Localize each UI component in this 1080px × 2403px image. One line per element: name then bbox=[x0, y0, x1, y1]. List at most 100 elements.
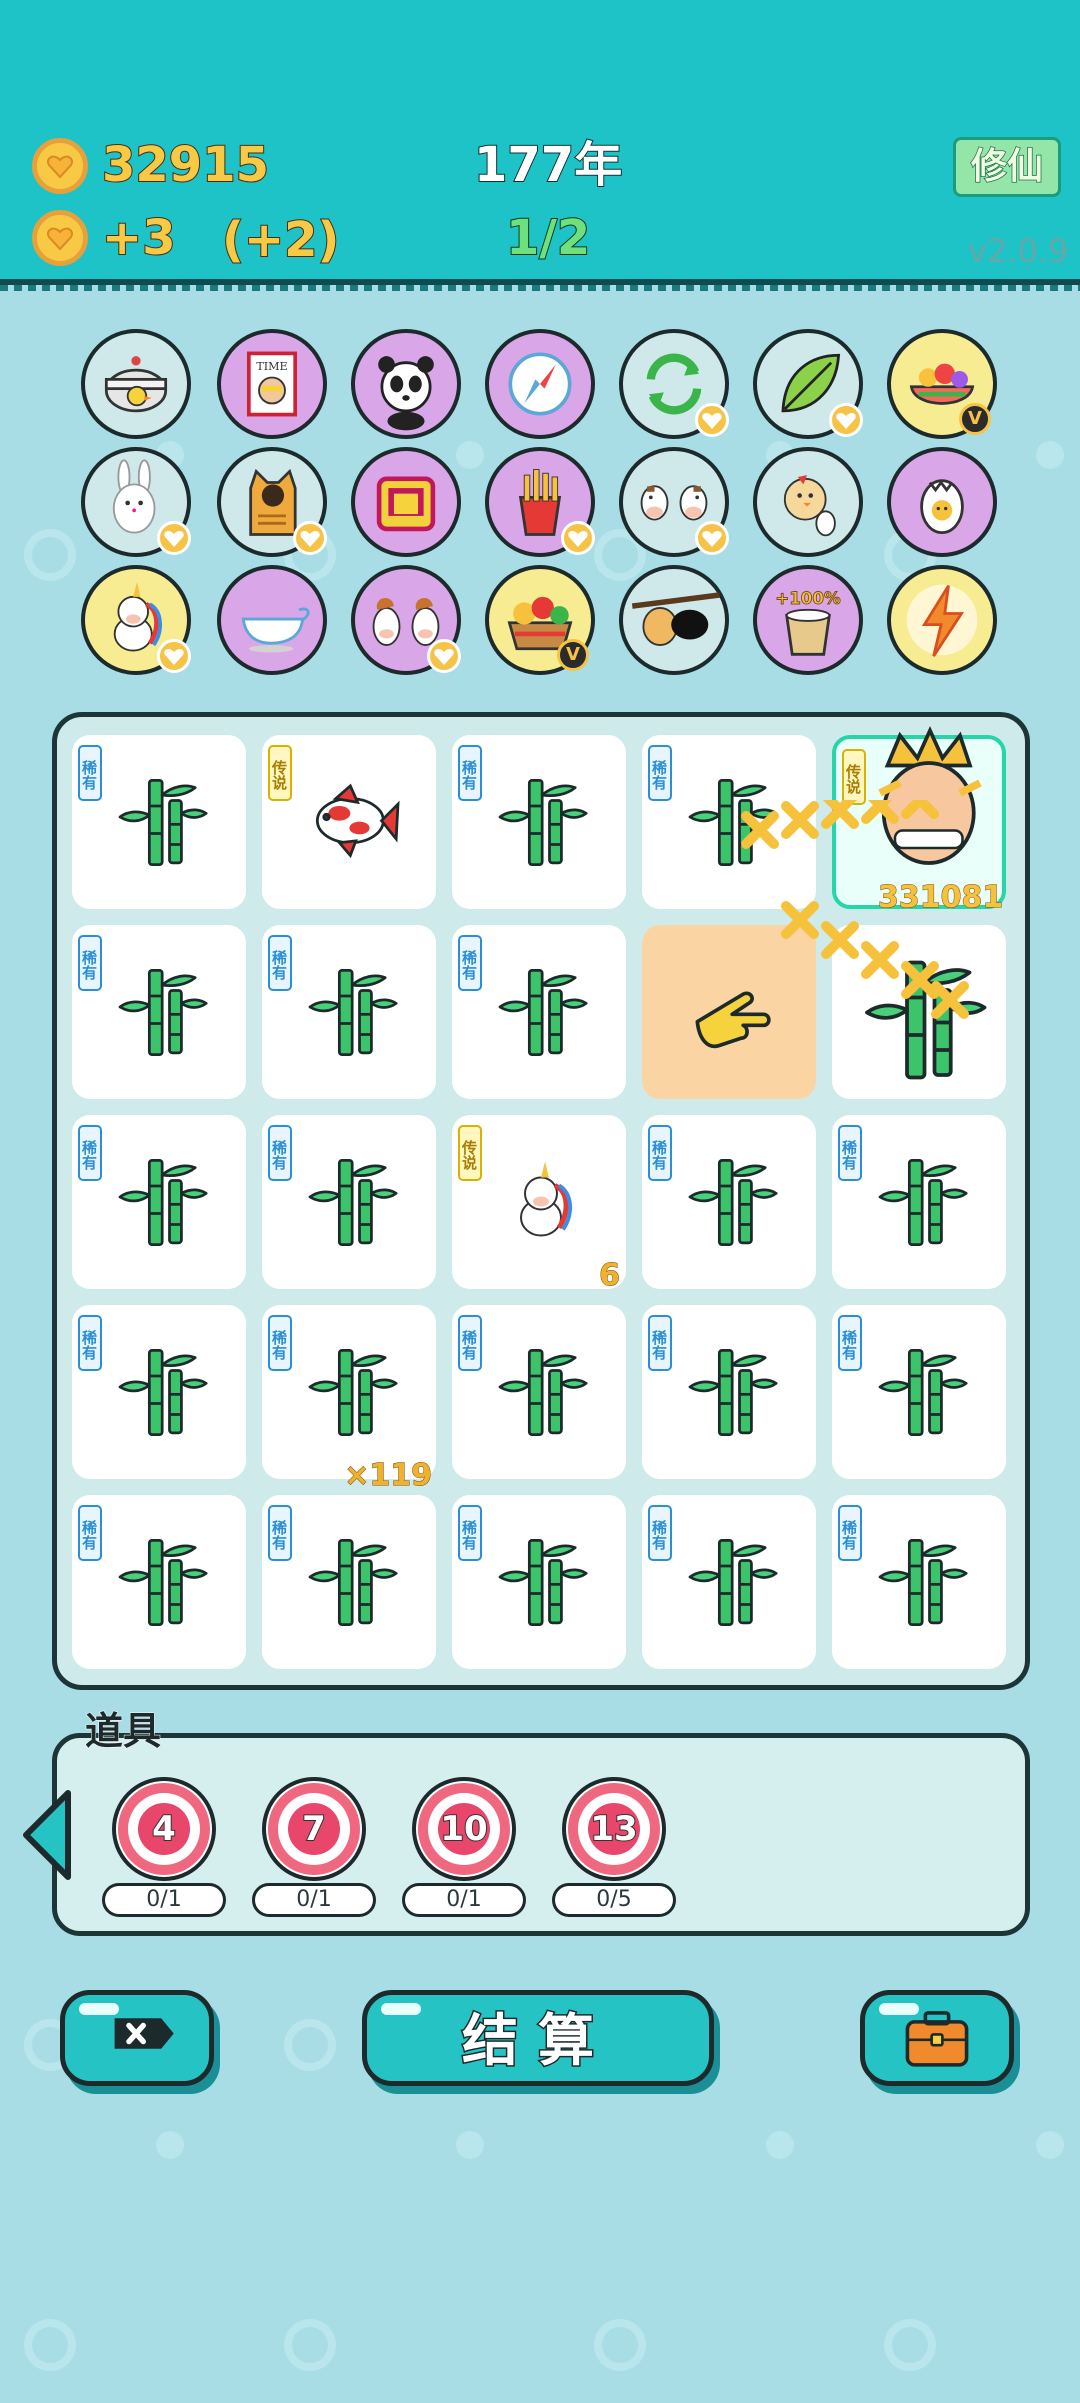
svg-text:+100%: +100% bbox=[775, 589, 841, 608]
board-cell-bamboo[interactable]: 稀有 bbox=[262, 1115, 436, 1289]
bucket-100-icon[interactable]: +100% bbox=[753, 565, 863, 675]
rare-tag: 稀有 bbox=[78, 1315, 102, 1371]
bamboo-icon bbox=[865, 960, 987, 1080]
board-cell-bamboo[interactable]: 稀有 bbox=[642, 1115, 816, 1289]
rare-tag: 稀有 bbox=[78, 1125, 102, 1181]
target-prop-4[interactable]: 4 bbox=[112, 1777, 216, 1881]
bamboo-icon bbox=[878, 1348, 968, 1437]
delete-button[interactable] bbox=[60, 1990, 214, 2086]
board-cell-bamboo[interactable]: 稀有 bbox=[72, 735, 246, 909]
horses-icon[interactable] bbox=[351, 565, 461, 675]
board-cell-bamboo[interactable]: 稀有 bbox=[832, 1305, 1006, 1479]
board-cell-bamboo[interactable]: 稀有 bbox=[452, 1305, 626, 1479]
heart-badge-icon bbox=[561, 521, 595, 555]
rare-tag: 稀有 bbox=[78, 745, 102, 801]
board-cell-bamboo[interactable]: 稀有 bbox=[262, 925, 436, 1099]
heart-badge-icon bbox=[829, 403, 863, 437]
fruit-bowl-icon[interactable]: V bbox=[887, 329, 997, 439]
board-cell-bamboo-big[interactable] bbox=[832, 925, 1006, 1099]
prop-count: 0/1 bbox=[102, 1883, 226, 1917]
cultivation-button[interactable]: 修仙 bbox=[953, 137, 1061, 197]
settle-button[interactable]: 结算 bbox=[362, 1990, 714, 2086]
board-cell-bamboo[interactable]: 稀有 bbox=[72, 1495, 246, 1669]
bamboo-icon bbox=[118, 1538, 208, 1627]
recycle-icon[interactable] bbox=[619, 329, 729, 439]
board-cell-bamboo[interactable]: 稀有 bbox=[832, 1495, 1006, 1669]
rare-tag: 稀有 bbox=[458, 1315, 482, 1371]
board-cell-bamboo[interactable]: 稀有 bbox=[72, 925, 246, 1099]
board-cell-hint[interactable] bbox=[642, 925, 816, 1099]
cows-icon[interactable] bbox=[619, 447, 729, 557]
prop-value: 13 bbox=[589, 1808, 638, 1850]
bamboo-icon bbox=[688, 778, 778, 867]
compass-icon[interactable] bbox=[485, 329, 595, 439]
board-cell-king[interactable]: 传说 331081 bbox=[832, 725, 1006, 916]
board-cell-koi[interactable]: 传说 bbox=[262, 735, 436, 909]
svg-text:TIME: TIME bbox=[256, 360, 287, 373]
board-cell-bamboo[interactable]: 稀有 bbox=[452, 735, 626, 909]
rare-tag: 稀有 bbox=[268, 935, 292, 991]
left-arrow-icon[interactable] bbox=[18, 1785, 78, 1885]
board-cell-bamboo[interactable]: 稀有 bbox=[452, 925, 626, 1099]
backspace-icon bbox=[114, 2018, 174, 2049]
prop-count: 0/1 bbox=[252, 1883, 376, 1917]
lightning-icon[interactable] bbox=[887, 565, 997, 675]
toaster-icon[interactable] bbox=[351, 447, 461, 557]
rare-tag: 稀有 bbox=[458, 745, 482, 801]
rare-tag: 稀有 bbox=[78, 935, 102, 991]
board-cell-unicorn[interactable]: 传说 6 bbox=[452, 1115, 626, 1294]
rabbit-icon[interactable] bbox=[81, 447, 191, 557]
rare-tag: 稀有 bbox=[268, 1315, 292, 1371]
fruit-basket-icon[interactable]: V bbox=[485, 565, 595, 675]
board-cell-bamboo[interactable]: 稀有 bbox=[832, 1115, 1006, 1289]
bamboo-icon bbox=[118, 1348, 208, 1437]
target-prop-7[interactable]: 7 bbox=[262, 1777, 366, 1881]
heart-badge-icon bbox=[427, 639, 461, 673]
board-cell-bamboo[interactable]: 稀有 ×119 bbox=[262, 1305, 436, 1494]
vip-badge-icon: V bbox=[959, 403, 991, 435]
board-cell-bamboo[interactable]: 稀有 bbox=[72, 1115, 246, 1289]
heart-badge-icon bbox=[157, 639, 191, 673]
prop-value: 10 bbox=[439, 1808, 488, 1850]
unicorn-icon[interactable] bbox=[81, 565, 191, 675]
bamboo-icon bbox=[308, 1538, 398, 1627]
board-cell-bamboo[interactable]: 稀有 bbox=[642, 735, 816, 909]
prop-value: 4 bbox=[151, 1808, 177, 1850]
board-cell-bamboo[interactable]: 稀有 bbox=[72, 1305, 246, 1479]
board-cell-bamboo[interactable]: 稀有 bbox=[642, 1305, 816, 1479]
inventory-button[interactable] bbox=[860, 1990, 1014, 2086]
board-cell-bamboo[interactable]: 稀有 bbox=[452, 1495, 626, 1669]
target-prop-10[interactable]: 10 bbox=[412, 1777, 516, 1881]
rare-tag: 稀有 bbox=[458, 935, 482, 991]
eyepatch-icon[interactable] bbox=[619, 565, 729, 675]
bamboo-icon bbox=[498, 778, 588, 867]
unicorn-icon bbox=[520, 1161, 572, 1237]
income-bonus: (+2) bbox=[221, 211, 340, 269]
time-magazine-icon[interactable]: TIME bbox=[217, 329, 327, 439]
bamboo-multiplier: ×119 bbox=[344, 1458, 433, 1494]
board-cell-bamboo[interactable]: 稀有 bbox=[642, 1495, 816, 1669]
panda-icon[interactable] bbox=[351, 329, 461, 439]
rare-tag: 稀有 bbox=[78, 1505, 102, 1561]
rare-tag: 稀有 bbox=[648, 745, 672, 801]
target-prop-13[interactable]: 13 bbox=[562, 1777, 666, 1881]
heart-badge-icon bbox=[695, 403, 729, 437]
legend-tag: 传说 bbox=[458, 1125, 482, 1181]
rare-tag: 稀有 bbox=[268, 1125, 292, 1181]
bamboo-icon bbox=[878, 1538, 968, 1627]
fries-icon[interactable] bbox=[485, 447, 595, 557]
coin-total: 32915 bbox=[101, 136, 270, 194]
cat-icon[interactable] bbox=[217, 447, 327, 557]
duck-pot-icon[interactable] bbox=[81, 329, 191, 439]
gravy-boat-icon[interactable] bbox=[217, 565, 327, 675]
bamboo-icon bbox=[118, 1158, 208, 1247]
briefcase-icon bbox=[905, 2011, 969, 2067]
leaf-icon[interactable] bbox=[753, 329, 863, 439]
board-cell-bamboo[interactable]: 稀有 bbox=[262, 1495, 436, 1669]
egg-icon[interactable] bbox=[887, 447, 997, 557]
unicorn-count: 6 bbox=[599, 1258, 621, 1294]
prop-count: 0/5 bbox=[552, 1883, 676, 1917]
chick-egg-icon[interactable] bbox=[753, 447, 863, 557]
rare-tag: 稀有 bbox=[648, 1125, 672, 1181]
vip-badge-icon: V bbox=[557, 639, 589, 671]
